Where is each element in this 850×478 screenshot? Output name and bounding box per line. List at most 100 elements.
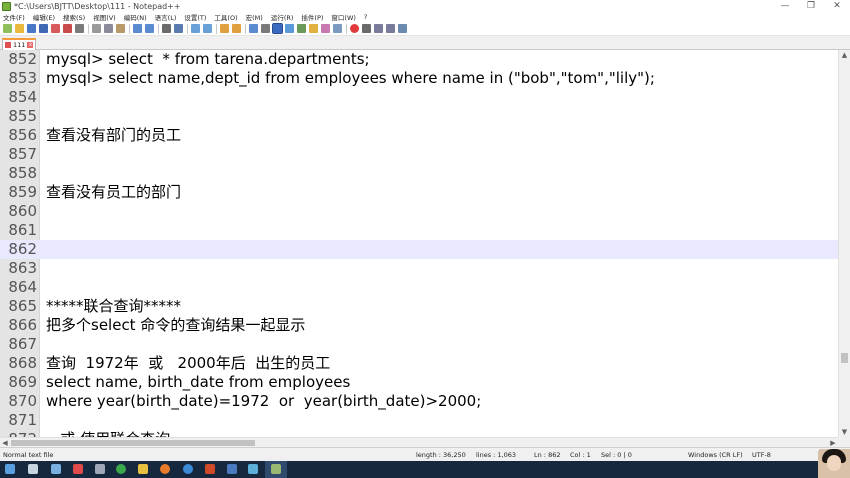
line-text[interactable]: mysql> select name,dept_id from employee… bbox=[46, 69, 655, 88]
menu-settings[interactable]: 设置(T) bbox=[184, 12, 206, 22]
code-line[interactable]: 872 或 使用联合查询 bbox=[0, 430, 838, 437]
code-line[interactable]: 865 *****联合查询***** bbox=[0, 297, 838, 316]
task-view-icon[interactable] bbox=[28, 464, 38, 474]
menu-window[interactable]: 窗口(W) bbox=[331, 12, 356, 22]
line-text[interactable]: select name, birth_date from employees bbox=[46, 373, 350, 392]
tab-close-icon[interactable]: x bbox=[27, 42, 34, 48]
paste-icon[interactable] bbox=[116, 24, 125, 33]
line-text[interactable]: 或 使用联合查询 bbox=[46, 430, 170, 437]
code-line[interactable]: 869 select name, birth_date from employee… bbox=[0, 373, 838, 392]
terminal-icon[interactable] bbox=[227, 464, 237, 474]
code-line[interactable]: 860 bbox=[0, 202, 838, 221]
code-line[interactable]: 854 bbox=[0, 88, 838, 107]
indent-guide-icon[interactable] bbox=[272, 23, 283, 34]
function-list-icon[interactable] bbox=[297, 24, 306, 33]
save-macro-icon[interactable] bbox=[398, 24, 407, 33]
firefox-icon[interactable] bbox=[160, 464, 170, 474]
image-viewer-icon[interactable] bbox=[248, 464, 258, 474]
redo-icon[interactable] bbox=[145, 24, 154, 33]
new-icon[interactable] bbox=[3, 24, 12, 33]
code-line[interactable]: 861 bbox=[0, 221, 838, 240]
line-text[interactable]: 查询 1972年 或 2000年后 出生的员工 bbox=[46, 354, 330, 373]
code-line[interactable]: 852 mysql> select * from tarena.departmen… bbox=[0, 50, 838, 69]
sync-h-icon[interactable] bbox=[232, 24, 241, 33]
edge-icon[interactable] bbox=[183, 464, 193, 474]
current-line[interactable]: 862 bbox=[0, 240, 838, 259]
code-line[interactable]: 858 bbox=[0, 164, 838, 183]
line-text[interactable]: 查看没有员工的部门 bbox=[46, 183, 181, 202]
code-line[interactable]: 855 bbox=[0, 107, 838, 126]
menu-file[interactable]: 文件(F) bbox=[3, 12, 25, 22]
folder-icon[interactable] bbox=[138, 464, 148, 474]
menu-plugins[interactable]: 插件(P) bbox=[301, 12, 323, 22]
save-all-icon[interactable] bbox=[39, 24, 48, 33]
stop-macro-icon[interactable] bbox=[362, 24, 371, 33]
code-line[interactable]: 867 bbox=[0, 335, 838, 354]
code-line[interactable]: 853 mysql> select name,dept_id from emplo… bbox=[0, 69, 838, 88]
code-line[interactable]: 868 查询 1972年 或 2000年后 出生的员工 bbox=[0, 354, 838, 373]
all-chars-icon[interactable] bbox=[261, 24, 270, 33]
maximize-button[interactable]: ❐ bbox=[798, 1, 824, 11]
line-text[interactable]: *****联合查询***** bbox=[46, 297, 181, 316]
line-text[interactable]: 查看没有部门的员工 bbox=[46, 126, 181, 145]
menu-tools[interactable]: 工具(O) bbox=[214, 12, 237, 22]
cut-icon[interactable] bbox=[92, 24, 101, 33]
open-icon[interactable] bbox=[15, 24, 24, 33]
line-text[interactable]: 把多个select 命令的查询结果一起显示 bbox=[46, 316, 305, 335]
close-all-icon[interactable] bbox=[63, 24, 72, 33]
vertical-scrollbar[interactable]: ▲ ▼ bbox=[838, 50, 850, 437]
code-line[interactable]: 856 查看没有部门的员工 bbox=[0, 126, 838, 145]
code-line[interactable]: 864 bbox=[0, 278, 838, 297]
menu-search[interactable]: 搜索(S) bbox=[63, 12, 85, 22]
folder-workspace-icon[interactable] bbox=[309, 24, 318, 33]
code-line[interactable]: 857 bbox=[0, 145, 838, 164]
code-line[interactable]: 871 bbox=[0, 411, 838, 430]
close-button[interactable]: ✕ bbox=[824, 1, 850, 11]
zoom-out-icon[interactable] bbox=[203, 24, 212, 33]
line-text[interactable]: where year(birth_date)=1972 or year(birt… bbox=[46, 392, 481, 411]
menu-view[interactable]: 视图(V) bbox=[93, 12, 116, 22]
monitor-icon[interactable] bbox=[321, 24, 330, 33]
play-macro-icon[interactable] bbox=[374, 24, 383, 33]
horizontal-scroll-thumb[interactable] bbox=[11, 440, 255, 446]
files-icon[interactable] bbox=[95, 464, 105, 474]
copy-icon[interactable] bbox=[104, 24, 113, 33]
save-icon[interactable] bbox=[27, 24, 36, 33]
line-text[interactable]: mysql> select * from tarena.departments; bbox=[46, 50, 370, 69]
wrap-icon[interactable] bbox=[249, 24, 258, 33]
undo-icon[interactable] bbox=[133, 24, 142, 33]
network-icon[interactable] bbox=[51, 464, 61, 474]
menu-help[interactable]: ? bbox=[364, 13, 367, 21]
code-line[interactable]: 870 where year(birth_date)=1972 or year(b… bbox=[0, 392, 838, 411]
menu-edit[interactable]: 编辑(E) bbox=[33, 12, 55, 22]
zoom-in-icon[interactable] bbox=[191, 24, 200, 33]
menu-language[interactable]: 语言(L) bbox=[155, 12, 177, 22]
chrome-icon[interactable] bbox=[116, 464, 126, 474]
start-icon[interactable] bbox=[5, 464, 15, 474]
code-line[interactable]: 863 bbox=[0, 259, 838, 278]
horizontal-scrollbar[interactable]: ◀ ▶ bbox=[0, 437, 838, 447]
replace-icon[interactable] bbox=[174, 24, 183, 33]
menu-macro[interactable]: 宏(M) bbox=[246, 12, 263, 22]
close-icon[interactable] bbox=[51, 24, 60, 33]
sync-v-icon[interactable] bbox=[220, 24, 229, 33]
scroll-up-icon[interactable]: ▲ bbox=[839, 50, 850, 60]
app-icon[interactable] bbox=[73, 464, 83, 474]
powerpoint-icon[interactable] bbox=[205, 464, 215, 474]
record-macro-icon[interactable] bbox=[350, 24, 359, 33]
code-line[interactable]: 866 把多个select 命令的查询结果一起显示 bbox=[0, 316, 838, 335]
notepadpp-taskbar-icon[interactable] bbox=[271, 464, 281, 474]
eye-icon[interactable] bbox=[333, 24, 342, 33]
tab-111[interactable]: 111 x bbox=[2, 38, 36, 50]
find-icon[interactable] bbox=[162, 24, 171, 33]
editor-area[interactable]: 852 mysql> select * from tarena.departmen… bbox=[0, 50, 838, 437]
menu-run[interactable]: 运行(R) bbox=[271, 12, 294, 22]
doc-map-icon[interactable] bbox=[285, 24, 294, 33]
scroll-down-icon[interactable]: ▼ bbox=[839, 427, 850, 437]
menu-encoding[interactable]: 编码(N) bbox=[124, 12, 147, 22]
print-icon[interactable] bbox=[75, 24, 84, 33]
minimize-button[interactable]: — bbox=[772, 1, 798, 11]
vertical-scroll-thumb[interactable] bbox=[841, 353, 848, 363]
run-macro-icon[interactable] bbox=[386, 24, 395, 33]
code-line[interactable]: 859 查看没有员工的部门 bbox=[0, 183, 838, 202]
